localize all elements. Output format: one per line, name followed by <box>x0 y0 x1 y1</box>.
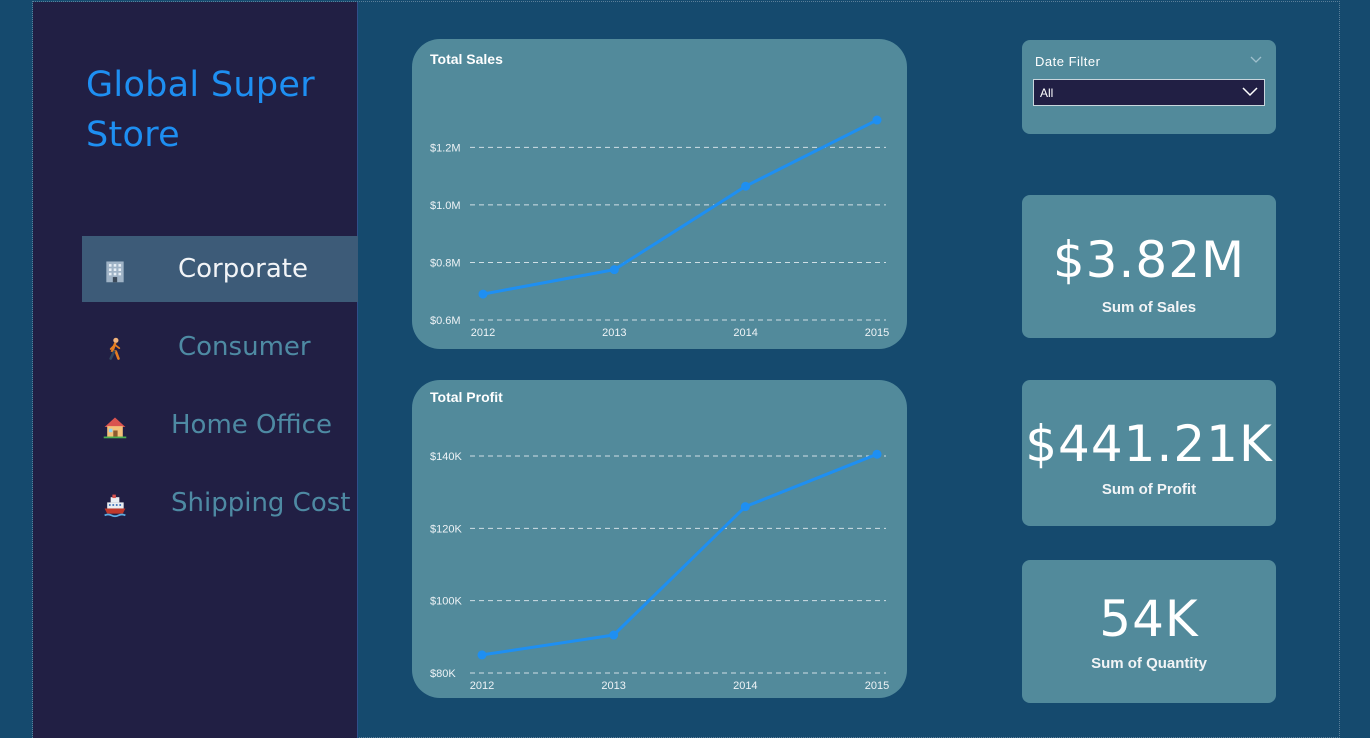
date-filter-selected: All <box>1040 86 1054 100</box>
date-filter-label: Date Filter <box>1035 54 1101 69</box>
kpi-label-quantity: Sum of Quantity <box>1091 655 1207 672</box>
kpi-value-quantity: 54K <box>1099 590 1199 648</box>
y-tick-label: $0.6M <box>430 315 461 327</box>
kpi-label-sales: Sum of Sales <box>1101 299 1197 316</box>
x-tick-label: 2012 <box>471 327 495 339</box>
data-point[interactable] <box>609 265 619 275</box>
kpi-value-profit: $441.21K <box>1025 415 1273 473</box>
y-tick-label: $80K <box>430 668 456 680</box>
y-tick-label: $1.2M <box>430 142 461 154</box>
nav-item-shipping-cost[interactable]: Shipping Cost <box>82 470 358 536</box>
kpi-card-profit: $441.21K Sum of Profit <box>1022 380 1276 526</box>
person-walking-icon <box>109 337 121 360</box>
nav-item-home-office[interactable]: Home Office <box>82 392 358 458</box>
series-line <box>481 452 878 657</box>
total-sales-chart: $0.6M $0.8M $1.0M $1.2M 2012 2013 2014 2015 <box>430 115 889 339</box>
total-sales-title: Total Sales <box>430 51 503 67</box>
kpi-card-quantity: 54K Sum of Quantity <box>1022 560 1276 703</box>
nav-label-home-office: Home Office <box>171 410 332 440</box>
total-profit-card: $80K $100K $120K $140K 2012 2013 2014 2015 Tota… <box>412 380 907 698</box>
chevron-down-icon <box>1242 87 1258 97</box>
x-tick-label: 2013 <box>601 680 625 692</box>
nav-label-shipping-cost: Shipping Cost <box>171 488 351 518</box>
x-tick-label: 2014 <box>733 327 757 339</box>
nav-item-consumer[interactable]: Consumer <box>82 314 358 380</box>
nav-label-corporate: Corporate <box>178 254 308 284</box>
y-tick-label: $100K <box>430 596 462 608</box>
house-icon <box>103 417 127 439</box>
data-point[interactable] <box>872 115 882 125</box>
building-icon <box>106 261 124 283</box>
kpi-card-sales: $3.82M Sum of Sales <box>1022 195 1276 338</box>
nav-label-consumer: Consumer <box>178 332 311 362</box>
series-line <box>482 118 878 296</box>
nav-item-corporate[interactable]: Corporate <box>82 236 358 302</box>
chevron-down-icon[interactable] <box>1250 56 1262 64</box>
ship-icon <box>104 494 126 518</box>
kpi-value-sales: $3.82M <box>1052 231 1246 289</box>
date-filter-dropdown[interactable]: All <box>1033 79 1265 106</box>
y-tick-label: $140K <box>430 451 462 463</box>
total-profit-title: Total Profit <box>430 389 503 405</box>
x-tick-label: 2014 <box>733 680 757 692</box>
data-point[interactable] <box>872 449 882 459</box>
x-tick-label: 2012 <box>470 680 494 692</box>
y-tick-label: $120K <box>430 523 462 535</box>
x-tick-label: 2015 <box>865 680 889 692</box>
x-tick-label: 2015 <box>865 327 889 339</box>
date-filter-slicer: Date Filter All <box>1022 40 1276 134</box>
total-profit-chart: $80K $100K $120K $140K 2012 2013 2014 2015 <box>430 449 889 692</box>
data-point[interactable] <box>740 502 750 512</box>
kpi-label-profit: Sum of Profit <box>1101 481 1197 498</box>
y-tick-label: $0.8M <box>430 257 461 269</box>
x-tick-label: 2013 <box>602 327 626 339</box>
y-tick-label: $1.0M <box>430 200 461 212</box>
data-point[interactable] <box>478 289 488 299</box>
data-point[interactable] <box>741 181 751 191</box>
data-point[interactable] <box>609 630 619 640</box>
total-sales-card: $0.6M $0.8M $1.0M $1.2M 2012 2013 2014 2015 Tot… <box>412 39 907 349</box>
app-title: Global Super Store <box>86 65 315 155</box>
data-point[interactable] <box>477 650 487 660</box>
